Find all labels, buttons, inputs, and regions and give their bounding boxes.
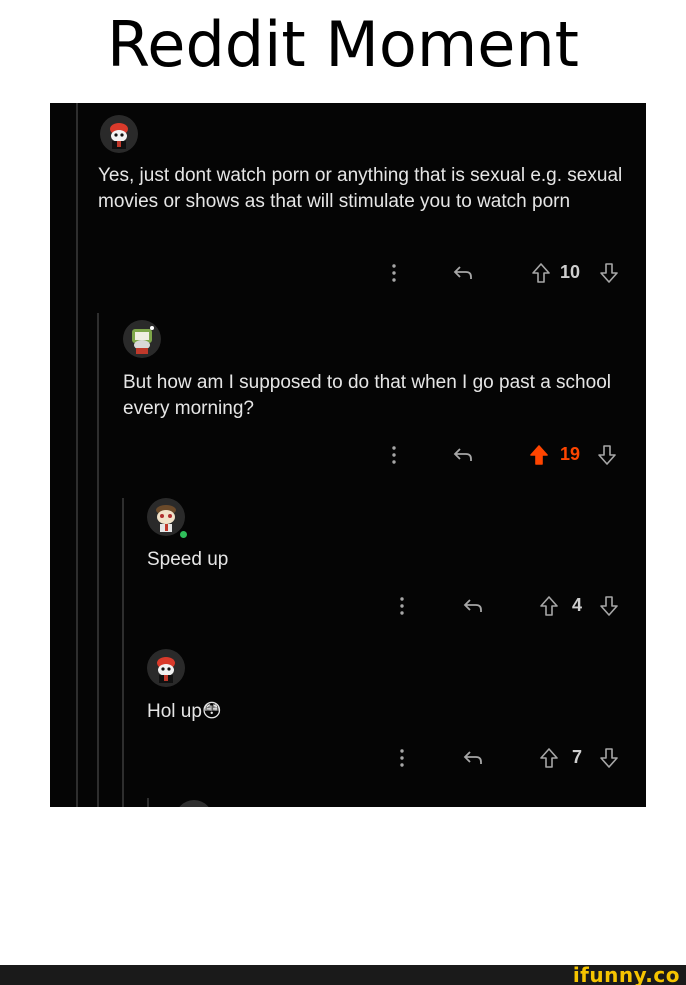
comment-actions: 4	[50, 591, 646, 621]
snoo-avatar-icon	[123, 320, 161, 358]
upvote-arrow-icon	[540, 596, 558, 616]
reply-button[interactable]	[460, 743, 486, 773]
avatar[interactable]	[100, 115, 138, 153]
vote-score: 10	[560, 262, 581, 282]
reply-icon	[453, 448, 472, 461]
more-options-button[interactable]	[384, 258, 404, 288]
downvote-arrow-icon	[600, 596, 618, 616]
upvote-button[interactable]	[530, 258, 552, 288]
reply-button[interactable]	[450, 258, 476, 288]
avatar[interactable]	[175, 800, 213, 807]
comment: But how am I supposed to do that when I …	[50, 313, 646, 483]
downvote-button[interactable]	[598, 743, 620, 773]
more-options-button[interactable]	[392, 591, 412, 621]
thread-line[interactable]	[147, 798, 149, 807]
comment-text: Hol up	[147, 701, 202, 722]
comment-body: But how am I supposed to do that when I …	[123, 372, 611, 419]
reply-button[interactable]	[450, 440, 476, 470]
vote-score: 4	[572, 595, 583, 615]
comment: Hol up😳 7	[50, 643, 646, 783]
flushed-emoji: 😳	[201, 701, 222, 722]
online-status-indicator	[179, 530, 188, 539]
upvote-arrow-icon	[530, 445, 548, 465]
comment-body: Hol up😳	[147, 699, 597, 725]
snoo-avatar-icon	[147, 498, 185, 536]
more-vertical-icon	[400, 749, 404, 767]
avatar[interactable]	[123, 320, 161, 358]
comment-actions: 7	[50, 743, 646, 773]
snoo-avatar-icon	[179, 800, 209, 807]
downvote-button[interactable]	[596, 440, 618, 470]
downvote-arrow-icon	[598, 445, 616, 465]
comment: Yes, just dont watch porn or anything th…	[50, 103, 646, 303]
reply-icon	[453, 266, 472, 279]
more-options-button[interactable]	[384, 440, 404, 470]
upvote-arrow-icon	[532, 263, 550, 283]
ifunny-watermark: ifunny.co	[572, 963, 680, 985]
watermark-bar: ifunny.co	[0, 963, 686, 985]
downvote-button[interactable]	[598, 258, 620, 288]
reply-icon	[463, 751, 482, 764]
meme-title: Reddit Moment	[107, 8, 579, 81]
downvote-arrow-icon	[600, 263, 618, 283]
snoo-avatar-icon	[100, 115, 138, 153]
more-vertical-icon	[392, 446, 396, 464]
more-vertical-icon	[400, 597, 404, 615]
vote-score: 19	[560, 444, 581, 464]
reply-icon	[463, 599, 482, 612]
downvote-button[interactable]	[598, 591, 620, 621]
vote-score: 7	[572, 747, 583, 767]
comment-actions: 10	[50, 258, 646, 288]
upvote-button[interactable]	[538, 743, 560, 773]
comment: Speed up 4	[50, 495, 646, 630]
avatar[interactable]	[147, 649, 185, 687]
more-vertical-icon	[392, 264, 396, 282]
upvote-button[interactable]	[538, 591, 560, 621]
upvote-arrow-icon	[540, 748, 558, 768]
upvote-button[interactable]	[528, 440, 550, 470]
comment-body: Speed up	[147, 549, 229, 570]
comment-body: Yes, just dont watch porn or anything th…	[98, 165, 623, 212]
more-options-button[interactable]	[392, 743, 412, 773]
downvote-arrow-icon	[600, 748, 618, 768]
reddit-screenshot: Yes, just dont watch porn or anything th…	[50, 103, 646, 807]
comment-actions: 19	[50, 440, 646, 470]
snoo-avatar-icon	[147, 649, 185, 687]
reply-button[interactable]	[460, 591, 486, 621]
avatar[interactable]	[147, 498, 185, 536]
